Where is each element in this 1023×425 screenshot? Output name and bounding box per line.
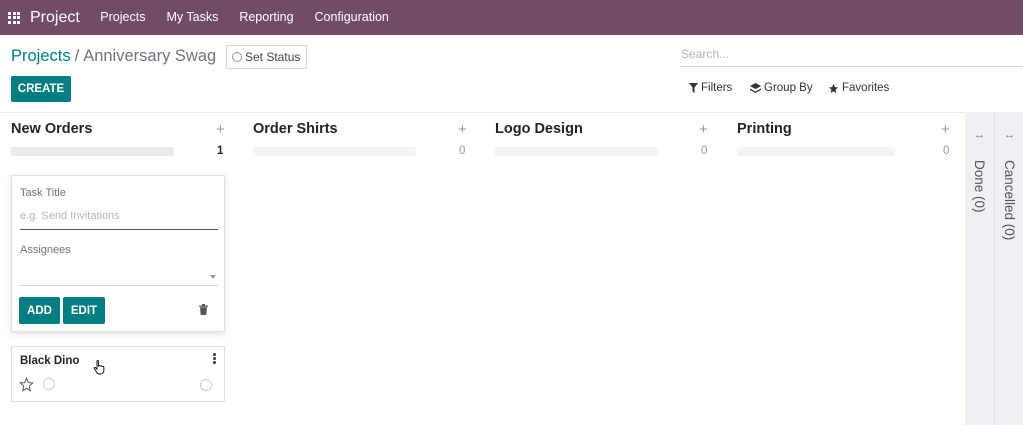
- edit-button[interactable]: EDIT: [63, 297, 105, 324]
- column-header-logo-design[interactable]: Logo Design: [495, 121, 583, 137]
- filter-icon: [689, 83, 698, 93]
- favorites-label: Favorites: [842, 82, 890, 94]
- column-header-printing[interactable]: Printing: [737, 121, 792, 137]
- column-header-order-shirts[interactable]: Order Shirts: [253, 121, 338, 137]
- breadcrumb-current: Anniversary Swag: [83, 47, 217, 65]
- task-card[interactable]: Black Dino: [11, 346, 225, 402]
- apps-grid-icon[interactable]: [8, 11, 20, 24]
- breadcrumb-separator: /: [74, 47, 80, 65]
- assignees-select[interactable]: [20, 266, 218, 286]
- menu-configuration[interactable]: Configuration: [304, 0, 399, 35]
- column-progress-bar: [253, 147, 416, 156]
- column-progress-bar: [737, 147, 895, 156]
- add-task-plus-icon[interactable]: +: [458, 121, 467, 138]
- trash-icon[interactable]: [199, 304, 208, 315]
- star-icon: [828, 83, 839, 93]
- kanban-divider: [0, 112, 1023, 113]
- hand-cursor-icon: [93, 360, 105, 375]
- folded-column-done[interactable]: ↔ Done (0): [965, 112, 994, 425]
- group-by-label: Group By: [764, 82, 813, 94]
- menu-my-tasks[interactable]: My Tasks: [156, 0, 229, 35]
- dropdown-caret-icon: [210, 275, 216, 279]
- breadcrumb: Projects / Anniversary Swag: [11, 47, 216, 66]
- card-menu-kebab-icon[interactable]: [213, 353, 216, 365]
- add-button[interactable]: ADD: [19, 297, 60, 324]
- filters-button[interactable]: Filters: [689, 82, 732, 94]
- set-status-button[interactable]: Set Status: [226, 45, 308, 69]
- folded-column-label: Done (0): [972, 160, 987, 213]
- set-status-label: Set Status: [245, 50, 301, 64]
- search-input[interactable]: Search...: [680, 44, 1023, 67]
- column-progress-bar: [495, 147, 658, 156]
- filters-label: Filters: [701, 82, 733, 94]
- menu-projects[interactable]: Projects: [90, 0, 156, 35]
- folded-column-cancelled[interactable]: ↔ Cancelled (0): [994, 112, 1023, 425]
- expand-arrows-icon: ↔: [1004, 129, 1015, 141]
- assignees-label: Assignees: [20, 244, 71, 256]
- app-brand[interactable]: Project: [30, 9, 80, 27]
- group-by-button[interactable]: Group By: [750, 82, 813, 94]
- create-button[interactable]: CREATE: [11, 76, 71, 102]
- folded-column-label: Cancelled (0): [1002, 160, 1017, 241]
- top-navbar: Project Projects My Tasks Reporting Conf…: [0, 0, 1023, 35]
- column-count: 0: [459, 145, 466, 157]
- avatar-placeholder-icon[interactable]: [200, 379, 212, 391]
- task-card-title: Black Dino: [20, 355, 80, 367]
- column-progress-bar: [11, 147, 174, 156]
- breadcrumb-projects-link[interactable]: Projects: [11, 47, 71, 66]
- column-count: 1: [217, 145, 224, 157]
- favorites-button[interactable]: Favorites: [828, 82, 889, 94]
- column-header-new-orders[interactable]: New Orders: [11, 121, 92, 137]
- priority-star-icon[interactable]: [19, 377, 34, 392]
- layers-icon: [750, 82, 761, 93]
- add-task-plus-icon[interactable]: +: [699, 121, 708, 138]
- task-title-label: Task Title: [20, 187, 66, 199]
- column-count: 0: [701, 145, 708, 157]
- add-task-plus-icon[interactable]: +: [216, 121, 225, 138]
- add-task-plus-icon[interactable]: +: [941, 121, 950, 138]
- status-circle-icon[interactable]: [43, 378, 55, 390]
- column-count: 0: [943, 145, 950, 157]
- task-title-input[interactable]: e.g. Send Invitations: [20, 210, 218, 230]
- menu-reporting[interactable]: Reporting: [229, 0, 304, 35]
- quick-create-form: Task Title e.g. Send Invitations Assigne…: [11, 175, 225, 332]
- expand-arrows-icon: ↔: [974, 129, 985, 141]
- status-circle-icon: [232, 52, 242, 62]
